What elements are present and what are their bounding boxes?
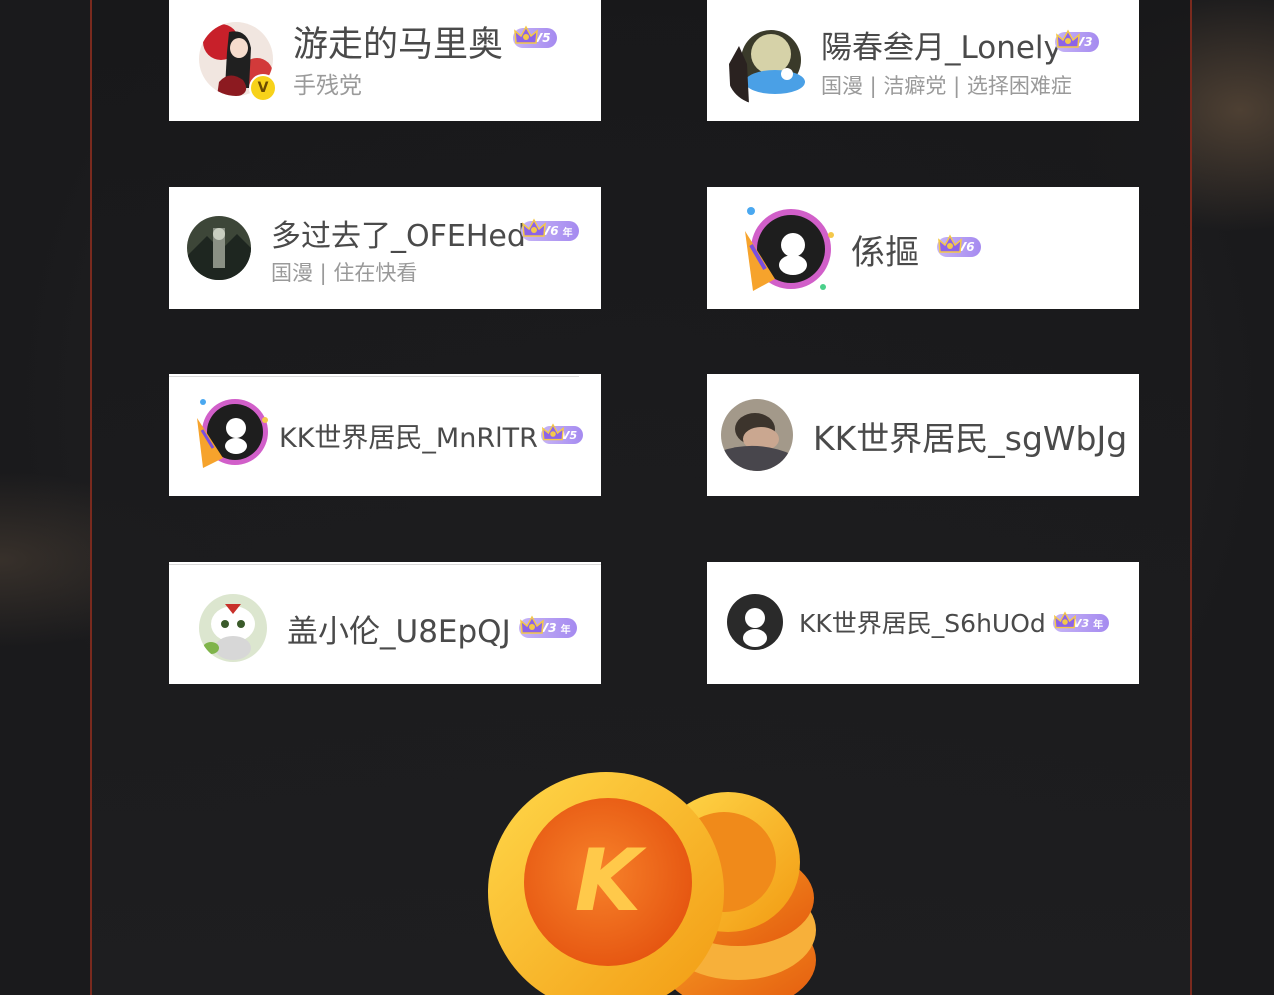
vip-level-badge: V3 年 (519, 615, 577, 638)
user-name[interactable]: 盖小伦_U8EpQJ (287, 606, 511, 651)
vip-level-badge: V3 年 (1053, 611, 1110, 632)
vip-year-label: 年 (562, 227, 573, 239)
user-name[interactable]: 陽春叁月_Lonely (821, 22, 1062, 67)
user-card[interactable]: KK世界居民_S6hUOd V3 年 (707, 562, 1139, 684)
crown-icon (938, 234, 962, 253)
user-card[interactable]: V 游走的马里奥 V5 手残党 (169, 0, 601, 121)
vip-level-badge: V5 (541, 423, 584, 444)
user-avatar[interactable] (187, 216, 251, 280)
crown-icon (514, 25, 538, 44)
crown-icon (522, 218, 546, 237)
user-card[interactable]: KK世界居民_sgWbJg (707, 374, 1139, 496)
user-card[interactable]: 多过去了_OFEHed V6 年 国漫 | 住在快看 (169, 187, 601, 309)
user-name[interactable]: KK世界居民_MnRlTR (279, 416, 538, 455)
crown-icon (1056, 29, 1080, 48)
divider-line (169, 564, 601, 565)
user-name[interactable]: KK世界居民_S6hUOd (799, 604, 1046, 640)
user-card[interactable]: 盖小伦_U8EpQJ V3 年 (169, 562, 601, 684)
user-tags: 国漫 | 住在快看 (271, 261, 418, 285)
vip-level-badge: V5 (513, 25, 557, 48)
user-card[interactable]: 係摳 V6 (707, 187, 1139, 309)
vip-level-badge: V6 (937, 234, 981, 257)
user-avatar[interactable] (727, 594, 783, 650)
user-name[interactable]: 游走的马里奥 (293, 16, 503, 67)
user-avatar[interactable] (741, 205, 837, 297)
vip-level-badge: V3 (1055, 29, 1099, 52)
vip-year-label: 年 (1093, 619, 1104, 631)
user-card[interactable]: KK世界居民_MnRlTR V5 (169, 374, 601, 496)
user-name[interactable]: 係摳 (851, 225, 919, 274)
user-tags: 国漫 | 洁癖党 | 选择困难症 (821, 74, 1072, 98)
user-avatar[interactable] (721, 399, 793, 471)
user-avatar[interactable] (195, 396, 271, 472)
crown-icon (1054, 611, 1076, 629)
verified-badge-icon: V (249, 74, 277, 102)
user-tags: 手残党 (293, 73, 362, 99)
kk-coin-icon: K (488, 760, 818, 995)
user-avatar[interactable] (199, 594, 267, 662)
user-card[interactable]: 陽春叁月_Lonely V3 国漫 | 洁癖党 | 选择困难症 (707, 0, 1139, 121)
vip-year-label: 年 (560, 624, 571, 636)
coin-letter: K (575, 831, 647, 931)
user-avatar[interactable] (727, 24, 807, 104)
app-screen: V 游走的马里奥 V5 手残党 陽春叁月_Lonely V3 国漫 | 洁癖党 … (0, 0, 1274, 995)
user-name[interactable]: KK世界居民_sgWbJg (813, 412, 1127, 460)
divider-line (169, 376, 579, 377)
crown-icon (520, 615, 544, 634)
vip-level-badge: V6 年 (521, 218, 579, 241)
user-name[interactable]: 多过去了_OFEHed (271, 211, 526, 255)
crown-icon (542, 423, 564, 441)
